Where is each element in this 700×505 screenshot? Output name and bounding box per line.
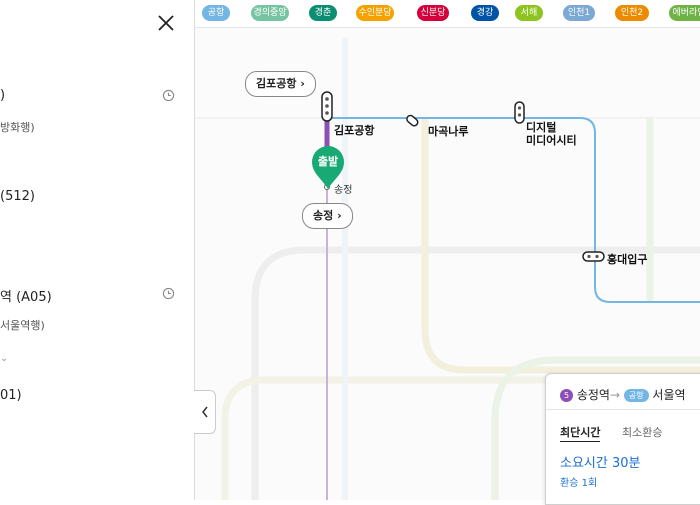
line-chip-gyeongchun[interactable]: 경춘 xyxy=(309,5,337,21)
chevron-right-icon: › xyxy=(337,209,342,222)
history-item-3-title[interactable]: 역 (A05) xyxy=(0,286,52,305)
tab-fewest-transfers[interactable]: 최소환승 xyxy=(622,424,662,440)
airport-line-badge: 공항 xyxy=(623,389,649,402)
line-chip-gyeongui[interactable]: 경의중앙 xyxy=(251,5,289,21)
history-item-1-title[interactable]: ) xyxy=(0,88,5,103)
line-chip-incheon2[interactable]: 인천2 xyxy=(615,5,649,21)
chevron-left-icon xyxy=(201,406,208,418)
route-search-panel: ) 방화행) (512) 역 (A05) 서울역행) ⌄ 01) xyxy=(0,0,195,500)
station-gimpo[interactable]: 김포공항 xyxy=(334,122,374,138)
chevron-right-icon: › xyxy=(300,77,305,90)
line-chip-everline[interactable]: 에버라인 xyxy=(669,5,700,21)
line-filter-bar: 공항 경의중앙 경춘 수인분당 신분당 경강 서해 인천1 인천2 에버라인 xyxy=(195,0,700,28)
line-chip-sinbundang[interactable]: 신분당 xyxy=(417,5,449,21)
station-magongnaru[interactable]: 마곡나루 xyxy=(428,123,468,139)
history-item-1-subtitle: 방화행) xyxy=(0,121,35,134)
clock-icon[interactable] xyxy=(162,287,175,300)
line5-badge: 5 xyxy=(560,389,573,402)
close-icon[interactable] xyxy=(154,11,178,35)
route-duration: 소요시간 30분 xyxy=(560,456,641,471)
magongnaru-station-marker[interactable] xyxy=(404,113,420,129)
transfer-count: 환승 1회 xyxy=(560,478,598,489)
line-chip-seohae[interactable]: 서해 xyxy=(515,5,543,21)
route-heading: 5 송정역→ 공항 서울역 xyxy=(560,386,686,403)
destination-station: 서울역 xyxy=(652,388,686,402)
dmc-transfer-marker[interactable] xyxy=(513,101,527,125)
gimpo-transfer-marker[interactable] xyxy=(320,91,336,123)
songjeong-pill[interactable]: 송정 › xyxy=(302,203,353,229)
departure-pin[interactable]: 출발 xyxy=(310,145,346,191)
clock-icon[interactable] xyxy=(162,89,175,102)
history-item-3-subtitle: 서울역행) xyxy=(0,319,45,332)
station-hongdae[interactable]: 홍대입구 xyxy=(607,251,647,267)
history-item-4-title[interactable]: 01) xyxy=(0,388,22,403)
origin-station: 송정역 xyxy=(576,388,610,402)
card-divider xyxy=(546,409,700,410)
chevron-down-icon[interactable]: ⌄ xyxy=(0,353,8,364)
collapse-panel-button[interactable] xyxy=(194,390,216,434)
line-chip-suinbundang[interactable]: 수인분당 xyxy=(356,5,394,21)
line-chip-airport[interactable]: 공항 xyxy=(202,5,230,21)
arrow-right-icon: → xyxy=(609,388,621,402)
tab-fastest[interactable]: 최단시간 xyxy=(560,424,601,442)
station-dmc[interactable]: 디지털 미디어시티 xyxy=(526,121,577,147)
line-chip-incheon1[interactable]: 인천1 xyxy=(563,5,595,21)
line-chip-gyeonggang[interactable]: 경강 xyxy=(471,5,499,21)
gimpo-airport-pill[interactable]: 김포공항 › xyxy=(245,71,316,97)
route-summary-card[interactable]: 5 송정역→ 공항 서울역 최단시간 최소환승 소요시간 30분 환승 1회 xyxy=(545,373,700,505)
hongdae-transfer-marker[interactable] xyxy=(581,250,607,264)
history-item-2-title[interactable]: (512) xyxy=(0,189,35,204)
